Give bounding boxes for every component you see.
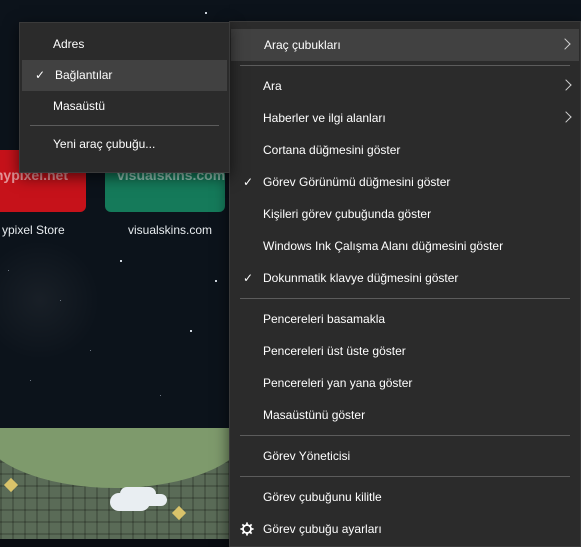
menu-item-gorev-cubugu-ayarlari[interactable]: Görev çubuğu ayarları bbox=[230, 513, 580, 545]
menu-item-windows-ink-calisma-alani-dugmesini-goster[interactable]: Windows Ink Çalışma Alanı düğmesini göst… bbox=[230, 230, 580, 262]
menu-separator bbox=[240, 435, 570, 436]
menu-item-label: Görev çubuğunu kilitle bbox=[263, 490, 382, 504]
checkmark-icon: ✓ bbox=[242, 271, 254, 285]
taskbar-strip bbox=[0, 539, 230, 547]
menu-item-label: Görev çubuğu ayarları bbox=[263, 522, 382, 536]
menu-item-gorev-yoneticisi[interactable]: Görev Yöneticisi bbox=[230, 440, 580, 472]
menu-item-label: Haberler ve ilgi alanları bbox=[263, 111, 386, 125]
shortcut-caption-hypixel: ypixel Store bbox=[2, 223, 65, 237]
menu-item-label: Kişileri görev çubuğunda göster bbox=[263, 207, 432, 221]
chevron-right-icon bbox=[559, 38, 571, 50]
checkmark-icon: ✓ bbox=[34, 68, 46, 82]
menu-item-ara[interactable]: Ara bbox=[230, 70, 580, 102]
menu-separator bbox=[240, 298, 570, 299]
menu-item-arac-cubuklari[interactable]: Araç çubukları bbox=[231, 29, 579, 61]
menu-item-label: Masaüstü bbox=[53, 99, 106, 113]
taskbar-context-menu: Araç çubukları Ara Haberler ve ilgi alanla… bbox=[229, 21, 581, 547]
menu-item-label: Masaüstünü göster bbox=[263, 408, 366, 422]
menu-separator bbox=[30, 125, 219, 126]
menu-item-masaustunu-goster[interactable]: Masaüstünü göster bbox=[230, 399, 580, 431]
menu-item-masaustu[interactable]: Masaüstü bbox=[20, 91, 229, 122]
menu-item-gorev-gorunumu-dugmesini-goster[interactable]: ✓ Görev Görünümü düğmesini göster bbox=[230, 166, 580, 198]
menu-item-baglantilar[interactable]: ✓ Bağlantılar bbox=[22, 60, 227, 91]
menu-item-yeni-arac-cubugu[interactable]: Yeni araç çubuğu... bbox=[20, 129, 229, 160]
gear-icon bbox=[240, 522, 254, 536]
menu-separator bbox=[240, 476, 570, 477]
menu-item-cortana-dugmesini-goster[interactable]: Cortana düğmesini göster bbox=[230, 134, 580, 166]
game-scene-image bbox=[0, 428, 250, 547]
menu-item-label: Görev Yöneticisi bbox=[263, 449, 351, 463]
menu-item-label: Pencereleri üst üste göster bbox=[263, 344, 406, 358]
menu-item-label: Ara bbox=[263, 79, 282, 93]
menu-item-label: Görev Görünümü düğmesini göster bbox=[263, 175, 451, 189]
chevron-right-icon bbox=[560, 79, 572, 91]
checkmark-icon: ✓ bbox=[242, 175, 254, 189]
menu-item-pencereleri-yan-yana-goster[interactable]: Pencereleri yan yana göster bbox=[230, 367, 580, 399]
shortcut-caption-visualskins: visualskins.com bbox=[128, 223, 213, 237]
menu-item-pencereleri-ust-uste-goster[interactable]: Pencereleri üst üste göster bbox=[230, 335, 580, 367]
menu-item-dokunmatik-klavye-dugmesini-goster[interactable]: ✓ Dokunmatik klavye düğmesini göster bbox=[230, 262, 580, 294]
toolbars-submenu: Adres ✓ Bağlantılar Masaüstü Yeni araç çubuğ… bbox=[19, 22, 230, 173]
menu-item-label: Dokunmatik klavye düğmesini göster bbox=[263, 271, 459, 285]
menu-item-adres[interactable]: Adres bbox=[20, 29, 229, 60]
menu-item-label: Adres bbox=[53, 37, 85, 51]
menu-item-label: Pencereleri basamakla bbox=[263, 312, 386, 326]
menu-separator bbox=[240, 65, 570, 66]
menu-item-label: Bağlantılar bbox=[55, 68, 113, 82]
menu-item-label: Cortana düğmesini göster bbox=[263, 143, 401, 157]
menu-item-pencereleri-basamakla[interactable]: Pencereleri basamakla bbox=[230, 303, 580, 335]
menu-item-label: Pencereleri yan yana göster bbox=[263, 376, 413, 390]
menu-item-kisileri-gorev-cubugunda-goster[interactable]: Kişileri görev çubuğunda göster bbox=[230, 198, 580, 230]
menu-item-label: Windows Ink Çalışma Alanı düğmesini göst… bbox=[263, 239, 504, 253]
menu-item-label: Araç çubukları bbox=[264, 38, 341, 52]
chevron-right-icon bbox=[560, 111, 572, 123]
menu-item-gorev-cubugunu-kilitle[interactable]: Görev çubuğunu kilitle bbox=[230, 481, 580, 513]
menu-item-label: Yeni araç çubuğu... bbox=[53, 137, 156, 151]
menu-item-haberler-ve-ilgi-alanlari[interactable]: Haberler ve ilgi alanları bbox=[230, 102, 580, 134]
